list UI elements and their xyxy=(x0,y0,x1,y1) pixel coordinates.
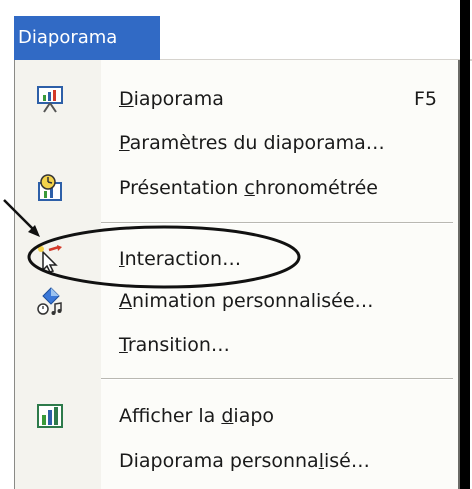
menu-separator xyxy=(101,222,453,224)
menu-item-afficher-la-diapo[interactable]: Afficher la diapo xyxy=(15,393,455,439)
menu-item-label: Animation personnalisée… xyxy=(119,290,374,312)
menu-item-label: Afficher la diapo xyxy=(119,405,275,427)
menu-item-diaporama[interactable]: Diaporama F5 xyxy=(15,76,455,122)
slideshow-screen-icon xyxy=(35,84,65,114)
rehearse-timings-clock-icon xyxy=(35,173,65,203)
menu-title-diaporama[interactable]: Diaporama xyxy=(14,16,160,60)
menu-item-label: Présentation chronométrée xyxy=(119,177,378,199)
menu-item-label: Paramètres du diaporama… xyxy=(119,132,385,154)
menu-item-shortcut: F5 xyxy=(413,88,437,110)
menu-item-presentation-chronometree[interactable]: Présentation chronométrée xyxy=(15,165,455,211)
menu-item-parametres-diaporama[interactable]: Paramètres du diaporama… xyxy=(15,120,455,166)
window-frame-edge xyxy=(460,0,470,489)
menu-item-diaporama-personnalise[interactable]: Diaporama personnalisé… xyxy=(15,438,455,484)
diaporama-dropdown-menu: Diaporama F5 Paramètres du diaporama… Pr… xyxy=(14,60,460,489)
custom-animation-icon xyxy=(35,286,65,316)
menu-separator xyxy=(101,378,453,380)
menubar: Diaporama xyxy=(0,0,472,62)
menu-item-label: Diaporama personnalisé… xyxy=(119,450,370,472)
menu-item-transition[interactable]: Transition… xyxy=(15,322,455,368)
menu-item-label: Transition… xyxy=(119,334,230,356)
show-slide-icon xyxy=(35,401,65,431)
menu-item-label: Diaporama xyxy=(119,88,224,110)
menu-item-label: Interaction… xyxy=(119,248,242,270)
action-cursor-icon xyxy=(35,244,65,274)
menu-item-animation-personnalisee[interactable]: Animation personnalisée… xyxy=(15,278,455,324)
menu-item-interaction[interactable]: Interaction… xyxy=(15,236,455,282)
